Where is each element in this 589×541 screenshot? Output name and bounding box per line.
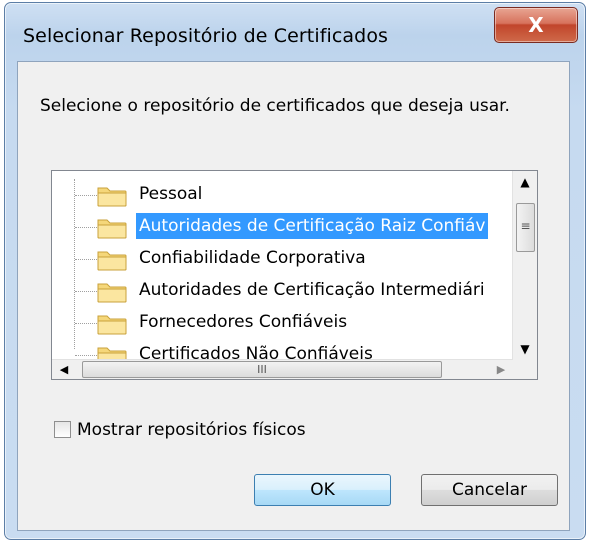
certificate-store-tree[interactable]: Pessoal Autoridades de Certificação Raiz … <box>51 170 538 380</box>
horizontal-scroll-thumb[interactable]: III <box>82 361 442 378</box>
scroll-right-icon[interactable]: ▶ <box>489 360 513 379</box>
scroll-left-icon[interactable]: ◀ <box>52 360 76 379</box>
folder-icon <box>96 248 128 272</box>
horizontal-scrollbar[interactable]: ◀ III ▶ <box>52 359 513 379</box>
folder-icon <box>96 216 128 240</box>
dialog-title: Selecionar Repositório de Certificados <box>23 25 389 47</box>
folder-icon <box>96 280 128 304</box>
folder-icon <box>96 184 128 208</box>
scroll-up-icon[interactable]: ▲ <box>513 171 537 193</box>
tree-item[interactable]: Confiabilidade Corporativa <box>52 243 513 275</box>
close-button[interactable]: X <box>494 7 578 43</box>
tree-connector <box>75 355 97 356</box>
tree-item-label: Pessoal <box>139 184 203 204</box>
tree-item-label: Fornecedores Confiáveis <box>139 312 348 332</box>
tree-item[interactable]: Autoridades de Certificação Raiz Confiáv <box>52 211 513 243</box>
show-physical-stores-label[interactable]: Mostrar repositórios físicos <box>77 418 306 442</box>
tree-item-label: Autoridades de Certificação Raiz Confiáv <box>136 213 489 239</box>
scroll-down-icon[interactable]: ▼ <box>513 338 537 360</box>
tree-item[interactable]: Fornecedores Confiáveis <box>52 307 513 339</box>
tree-connector <box>75 323 97 324</box>
tree-connector <box>75 259 97 260</box>
dialog-body: Selecione o repositório de certificados … <box>17 61 570 531</box>
folder-icon <box>96 312 128 336</box>
tree-item[interactable]: Autoridades de Certificação Intermediári <box>52 275 513 307</box>
prompt-text: Selecione o repositório de certificados … <box>40 96 510 116</box>
tree-item[interactable]: Pessoal <box>52 179 513 211</box>
tree-connector <box>75 227 97 228</box>
scrollbar-corner <box>513 360 537 379</box>
cancel-button[interactable]: Cancelar <box>421 474 558 506</box>
vertical-scrollbar[interactable]: ▲ ≡ ▼ <box>512 171 537 360</box>
tree-item-label: Confiabilidade Corporativa <box>139 248 366 268</box>
folder-icon <box>96 344 128 360</box>
close-icon: X <box>528 13 544 37</box>
tree-item-label: Certificados Não Confiáveis <box>139 344 373 360</box>
vertical-scroll-thumb[interactable]: ≡ <box>516 203 535 252</box>
tree-connector <box>75 291 97 292</box>
tree-connector <box>75 195 97 196</box>
dialog-window: Selecionar Repositório de Certificados X… <box>4 2 586 540</box>
tree-item-label: Autoridades de Certificação Intermediári <box>139 280 485 300</box>
tree-item[interactable]: Certificados Não Confiáveis <box>52 339 513 360</box>
show-physical-stores-checkbox[interactable] <box>54 421 71 438</box>
ok-button[interactable]: OK <box>254 474 391 506</box>
